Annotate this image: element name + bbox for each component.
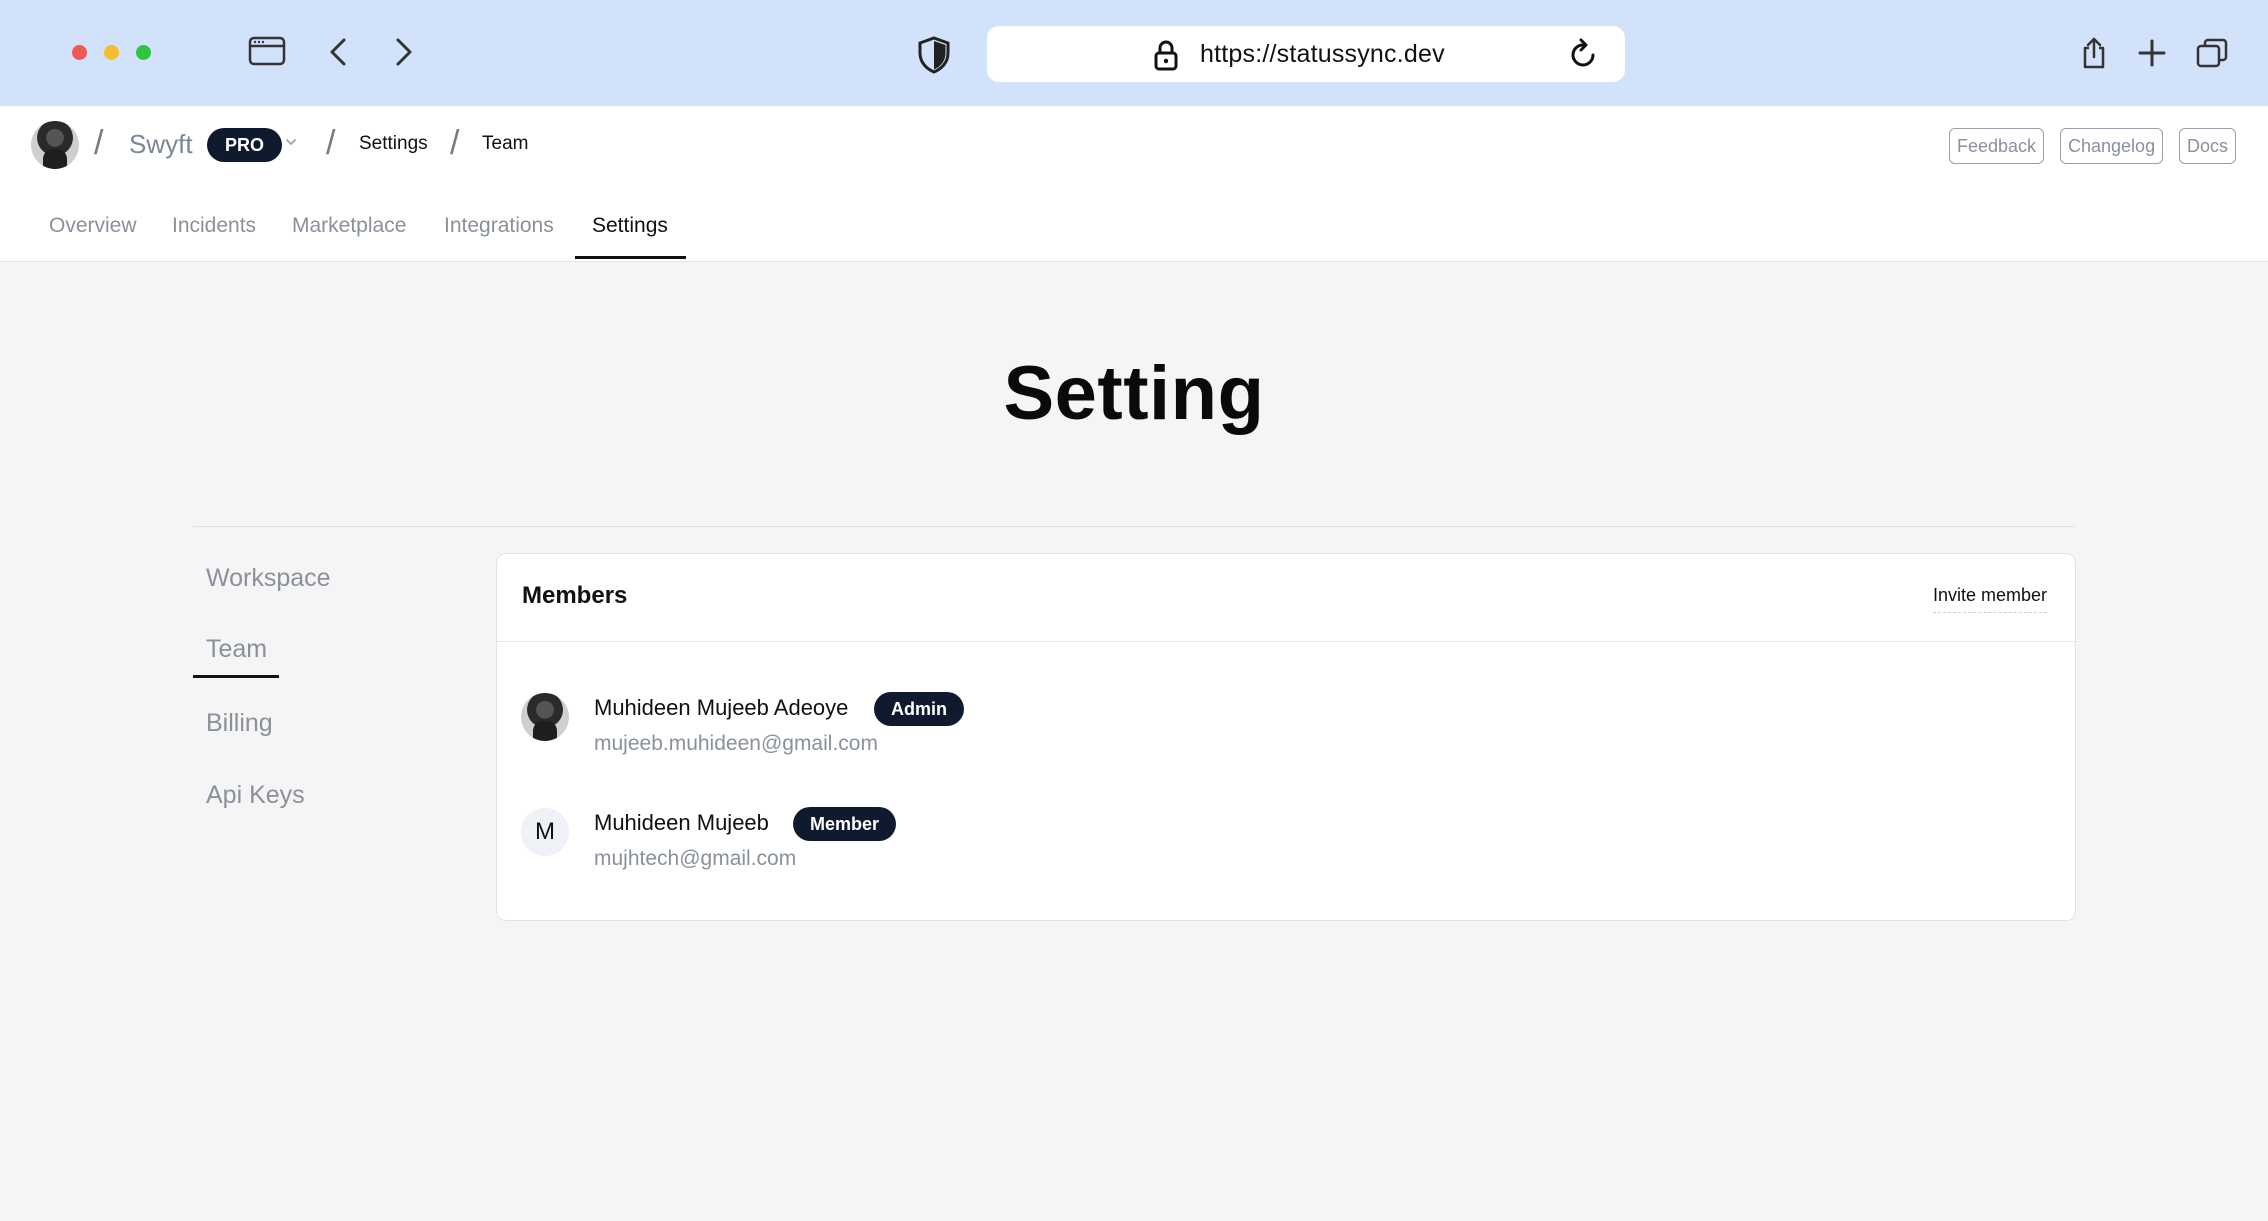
member-row: Muhideen Mujeeb Adeoye Admin mujeeb.muhi… — [497, 692, 2075, 775]
settings-nav-api-keys[interactable]: Api Keys — [206, 781, 305, 810]
role-badge: Member — [793, 807, 897, 841]
plan-badge: PRO — [207, 128, 283, 162]
members-card: Members Invite member Muhideen Mujeeb Ad… — [496, 553, 2076, 921]
app-header: / Swyft PRO / Settings / Team Feedback C… — [0, 106, 2268, 262]
feedback-button[interactable]: Feedback — [1949, 128, 2045, 164]
new-tab-icon[interactable] — [2138, 39, 2166, 67]
member-row: M Muhideen Mujeeb Member mujhtech@gmail.… — [497, 807, 2075, 890]
breadcrumb-settings[interactable]: Settings — [359, 133, 428, 155]
close-window-button[interactable] — [72, 45, 87, 60]
member-avatar: M — [521, 808, 569, 856]
tabs-icon[interactable] — [2196, 38, 2228, 68]
member-avatar — [521, 693, 569, 741]
workspace-name[interactable]: Swyft — [129, 129, 193, 160]
members-card-header: Members Invite member — [497, 554, 2075, 642]
invite-member-button[interactable]: Invite member — [1932, 585, 2047, 613]
back-icon[interactable] — [328, 37, 348, 67]
settings-nav-team[interactable]: Team — [206, 635, 267, 664]
docs-button[interactable]: Docs — [2179, 128, 2237, 164]
address-bar[interactable]: https://statussync.dev — [987, 26, 1625, 82]
role-badge: Admin — [874, 692, 964, 726]
section-divider — [193, 526, 2075, 527]
reload-icon[interactable] — [1569, 38, 1599, 75]
members-title: Members — [522, 582, 628, 609]
active-tab-indicator — [575, 256, 686, 259]
member-name: Muhideen Mujeeb Adeoye — [594, 695, 849, 720]
breadcrumb-separator: / — [450, 124, 460, 162]
member-email: mujeeb.muhideen@gmail.com — [594, 732, 878, 755]
member-name: Muhideen Mujeeb — [594, 810, 769, 835]
sidebar-icon[interactable] — [248, 36, 286, 66]
tab-marketplace[interactable]: Marketplace — [292, 210, 406, 262]
tab-incidents[interactable]: Incidents — [172, 210, 256, 262]
breadcrumb-team[interactable]: Team — [482, 133, 528, 155]
settings-nav-billing[interactable]: Billing — [206, 709, 273, 738]
tab-overview[interactable]: Overview — [49, 210, 137, 262]
url-text[interactable]: https://statussync.dev — [1200, 40, 1445, 69]
minimize-window-button[interactable] — [104, 45, 119, 60]
browser-toolbar: https://statussync.dev — [0, 0, 2268, 106]
tab-settings[interactable]: Settings — [592, 210, 668, 262]
shield-icon[interactable] — [917, 36, 951, 74]
lock-icon — [1153, 39, 1179, 76]
maximize-window-button[interactable] — [136, 45, 151, 60]
user-avatar[interactable] — [31, 121, 79, 169]
page-title: Setting — [1003, 351, 1265, 436]
tab-integrations[interactable]: Integrations — [444, 210, 554, 262]
breadcrumb-separator: / — [326, 124, 336, 162]
changelog-button[interactable]: Changelog — [2060, 128, 2164, 164]
forward-icon[interactable] — [394, 37, 414, 67]
settings-nav-active-indicator — [193, 675, 279, 678]
share-icon[interactable] — [2080, 36, 2108, 70]
breadcrumb-separator: / — [94, 124, 104, 162]
member-email: mujhtech@gmail.com — [594, 847, 797, 870]
settings-nav-workspace[interactable]: Workspace — [206, 564, 331, 593]
chevron-down-icon[interactable] — [284, 134, 298, 152]
